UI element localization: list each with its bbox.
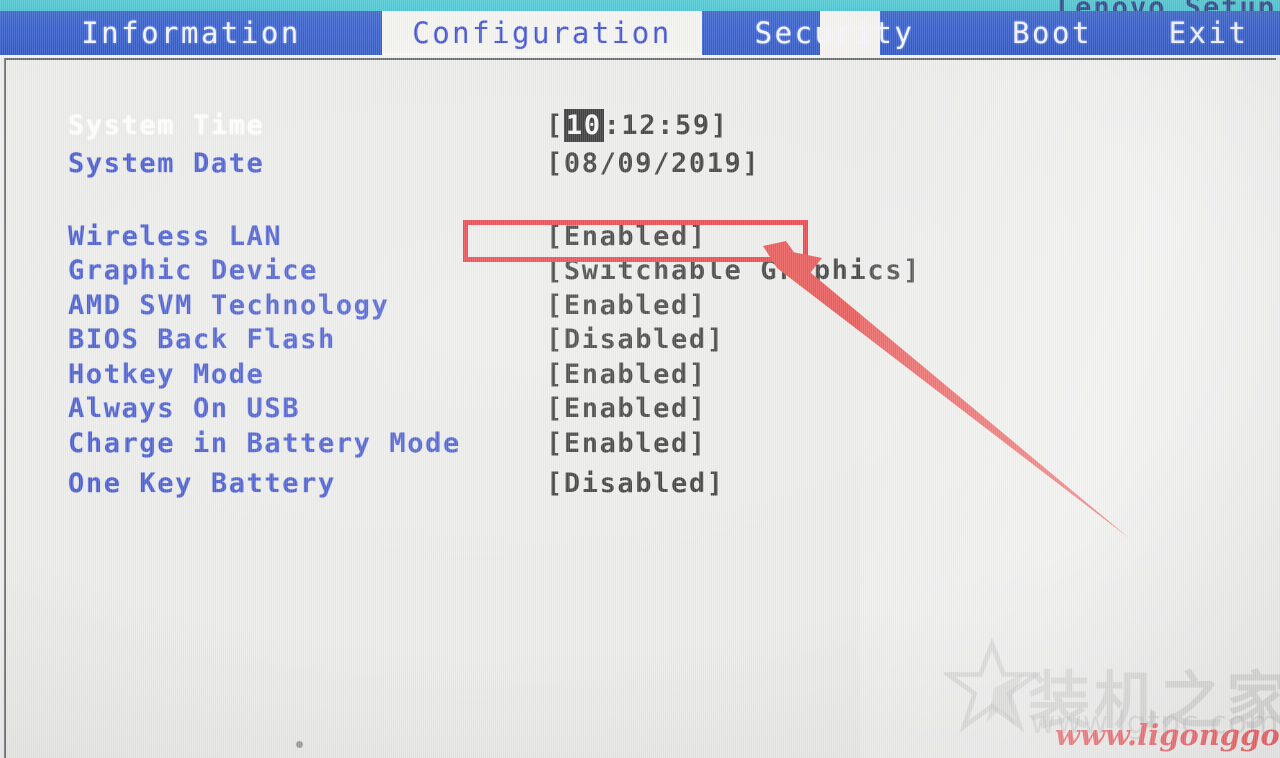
setting-label-one-key-battery: One Key Battery [68, 468, 336, 499]
setting-row-amd-svm-technology[interactable]: AMD SVM Technology [Enabled] [0, 290, 1280, 324]
setting-label-system-time: System Time [68, 110, 265, 141]
setting-label-bios-back-flash: BIOS Back Flash [68, 324, 336, 355]
setting-value-always-on-usb[interactable]: [Enabled] [546, 393, 707, 424]
setting-value-amd-svm-technology[interactable]: [Enabled] [546, 290, 707, 321]
setting-value-one-key-battery[interactable]: [Disabled] [546, 468, 725, 499]
setting-label-system-date: System Date [68, 148, 265, 179]
time-hour-segment: 10 [563, 109, 604, 142]
setting-value-system-date[interactable]: [08/09/2019] [546, 148, 760, 179]
bios-setup-screen: Lenovo Setup Information Configuration S… [0, 0, 1280, 758]
setting-row-system-time[interactable]: System Time [10:12:59] [0, 109, 1280, 144]
settings-list: System Time [10:12:59] System Date [08/0… [0, 0, 1280, 758]
dust-speck [296, 741, 303, 748]
setting-row-bios-back-flash[interactable]: BIOS Back Flash [Disabled] [0, 324, 1280, 358]
watermark-url-red: www.ligonggong.com [1055, 718, 1280, 752]
setting-row-always-on-usb[interactable]: Always On USB [Enabled] [0, 393, 1280, 427]
annotation-highlight-box [463, 220, 808, 262]
setting-row-system-date[interactable]: System Date [08/09/2019] [0, 148, 1280, 182]
setting-label-charge-in-battery-mode: Charge in Battery Mode [68, 428, 461, 459]
setting-label-amd-svm-technology: AMD SVM Technology [68, 290, 390, 321]
setting-value-hotkey-mode[interactable]: [Enabled] [546, 359, 707, 390]
setting-label-always-on-usb: Always On USB [68, 393, 301, 424]
time-rest-segment: :12:59] [603, 110, 729, 141]
setting-label-wireless-lan: Wireless LAN [68, 221, 283, 252]
star-logo-icon [944, 638, 1040, 733]
setting-row-hotkey-mode[interactable]: Hotkey Mode [Enabled] [0, 359, 1280, 393]
setting-value-bios-back-flash[interactable]: [Disabled] [546, 324, 725, 355]
setting-row-charge-in-battery-mode[interactable]: Charge in Battery Mode [Enabled] [0, 428, 1280, 462]
setting-value-charge-in-battery-mode[interactable]: [Enabled] [546, 428, 707, 459]
setting-row-one-key-battery[interactable]: One Key Battery [Disabled] [0, 468, 1280, 502]
setting-label-hotkey-mode: Hotkey Mode [68, 359, 265, 390]
setting-label-graphic-device: Graphic Device [68, 255, 318, 286]
setting-value-system-time[interactable]: [10:12:59] [546, 109, 729, 142]
